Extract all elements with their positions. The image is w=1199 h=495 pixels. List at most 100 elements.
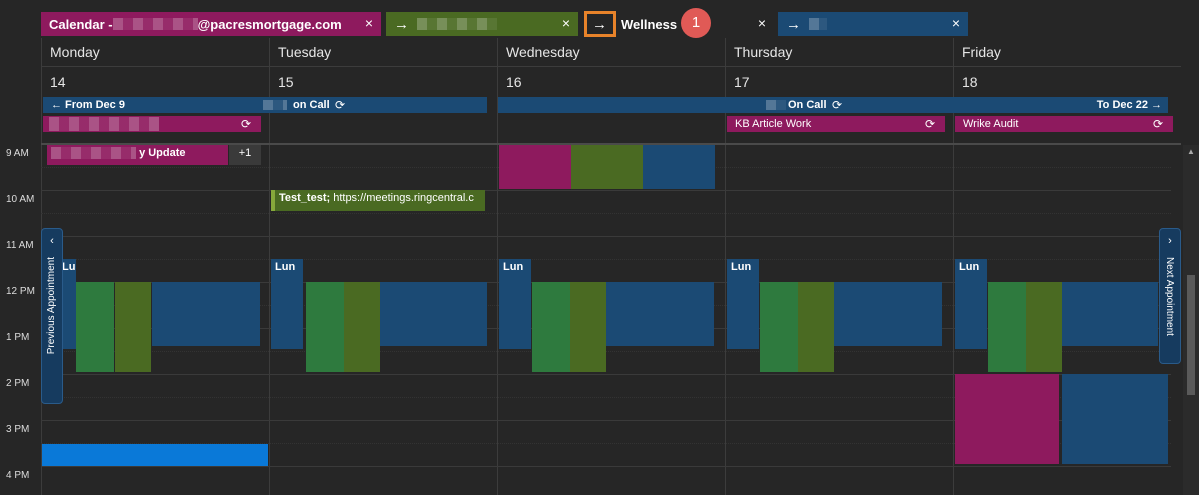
time-9am: 9 AM [6,148,29,159]
redacted-text [766,100,786,110]
selected-time-slot[interactable] [42,444,268,466]
event-blurred[interactable] [570,282,606,372]
event-blurred[interactable] [380,282,487,346]
time-3pm: 3 PM [6,424,30,435]
step-badge: 1 [681,8,711,38]
previous-appointment-label: Previous Appointment [46,257,57,355]
tab-calendar[interactable]: Calendar - @pacresmortgage.com × [41,12,381,36]
redacted-text [51,147,136,160]
close-icon[interactable]: × [952,15,960,31]
day-header-friday: Friday [953,38,1181,66]
kb-article-label: KB Article Work [735,118,812,130]
recurring-icon: ⟳ [1152,117,1163,131]
day-date-18: 18 [953,66,1181,96]
allday-from-label: ← From Dec 9 [51,99,125,111]
recurring-icon: ⟳ [335,98,346,112]
redacted-text [49,117,159,131]
event-monday-update-label: y Update [139,147,186,159]
event-blurred[interactable] [606,282,714,346]
event-blurred[interactable] [955,374,1059,464]
allday-to-label: To Dec 22 → [1096,99,1162,111]
redacted-text [263,100,287,110]
day-header-thursday: Thursday [725,38,953,66]
next-appointment-button[interactable]: › Next Appointment [1159,228,1181,364]
vertical-scrollbar[interactable]: ▲ [1183,145,1199,495]
event-blurred[interactable] [571,145,643,189]
previous-appointment-button[interactable]: ‹ Previous Appointment [41,228,63,404]
redacted-text [417,18,497,30]
time-12pm: 12 PM [6,286,35,297]
event-lunch-wed[interactable]: Lun [499,259,531,349]
time-2pm: 2 PM [6,378,30,389]
close-icon[interactable]: × [758,15,766,31]
day-header-tuesday: Tuesday [269,38,497,66]
tab-calendar-email: @pacresmortgage.com [197,16,342,32]
recurring-icon: ⟳ [832,98,843,112]
event-test-test[interactable]: Test_test; https://meetings.ringcentral.… [271,190,485,211]
chevron-right-icon: › [1168,235,1172,247]
event-lunch-label: Lun [731,261,752,273]
event-blurred[interactable] [1062,374,1168,464]
time-11am: 11 AM [6,240,34,251]
event-blurred[interactable] [834,282,942,346]
day-date-15: 15 [269,66,497,96]
event-lunch-fri[interactable]: Lun [955,259,987,349]
allday-oncall2-label: On Call [788,99,827,111]
allday-event-kb[interactable]: KB Article Work ⟳ [727,116,945,132]
event-lunch-tue[interactable]: Lun [271,259,303,349]
tab-shared-calendar-2[interactable]: → × [778,12,968,36]
arrow-right-icon: → [786,15,801,33]
event-blurred[interactable] [760,282,798,372]
wrike-audit-label: Wrike Audit [963,118,1019,130]
recurring-icon: ⟳ [924,117,935,131]
event-blurred[interactable] [152,282,260,346]
allday-event-wrike[interactable]: Wrike Audit ⟳ [955,116,1173,132]
tab-wellness[interactable]: → Wellness 1 × [582,8,774,38]
event-test-link: https://meetings.ringcentral.c [330,192,474,204]
day-date-17: 17 [725,66,953,96]
event-blurred[interactable] [1026,282,1062,372]
chevron-left-icon: ‹ [50,235,54,247]
allday-event-from[interactable]: ← From Dec 9 on Call ⟳ [43,97,487,113]
redacted-text [809,18,827,30]
event-blurred[interactable] [76,282,114,372]
event-blurred[interactable] [306,282,344,372]
close-icon[interactable]: × [365,15,373,31]
event-test-bold: Test_test; [279,192,331,204]
event-lunch-mon[interactable]: Lun [62,259,76,349]
allday-event-oncall[interactable]: On Call ⟳ To Dec 22 → [498,97,1168,113]
event-blurred[interactable] [798,282,834,372]
event-lunch-label: Lun [959,261,980,273]
allday-oncall-label: on Call [293,99,330,111]
tab-shared-calendar[interactable]: → × [386,12,578,36]
more-events-button[interactable]: +1 [229,145,261,165]
arrow-right-icon: → [394,15,409,33]
time-4pm: 4 PM [6,470,30,481]
event-blurred[interactable] [115,282,151,372]
event-blurred[interactable] [499,145,571,189]
highlight-box [584,11,616,37]
tab-wellness-label: Wellness [621,16,678,32]
event-blurred[interactable] [988,282,1026,372]
allday-event-monday[interactable]: ⟳ [43,116,261,132]
tab-calendar-label: Calendar - [49,16,113,32]
redacted-text [112,18,198,30]
event-lunch-thu[interactable]: Lun [727,259,759,349]
event-lunch-label: Lun [275,261,296,273]
event-lunch-label: Lun [503,261,524,273]
close-icon[interactable]: × [562,15,570,31]
recurring-icon: ⟳ [240,117,251,131]
scrollbar-thumb[interactable] [1187,275,1195,395]
event-blurred[interactable] [344,282,380,372]
time-10am: 10 AM [6,194,35,205]
time-1pm: 1 PM [6,332,30,343]
event-blurred[interactable] [1062,282,1158,346]
scroll-up-icon[interactable]: ▲ [1183,147,1199,156]
event-lunch-label: Lun [62,261,76,273]
event-blurred[interactable] [643,145,715,189]
day-header-monday: Monday [41,38,269,66]
event-monday-update[interactable]: y Update [47,145,228,165]
day-header-wednesday: Wednesday [497,38,725,66]
event-blurred[interactable] [532,282,570,372]
next-appointment-label: Next Appointment [1164,257,1175,336]
